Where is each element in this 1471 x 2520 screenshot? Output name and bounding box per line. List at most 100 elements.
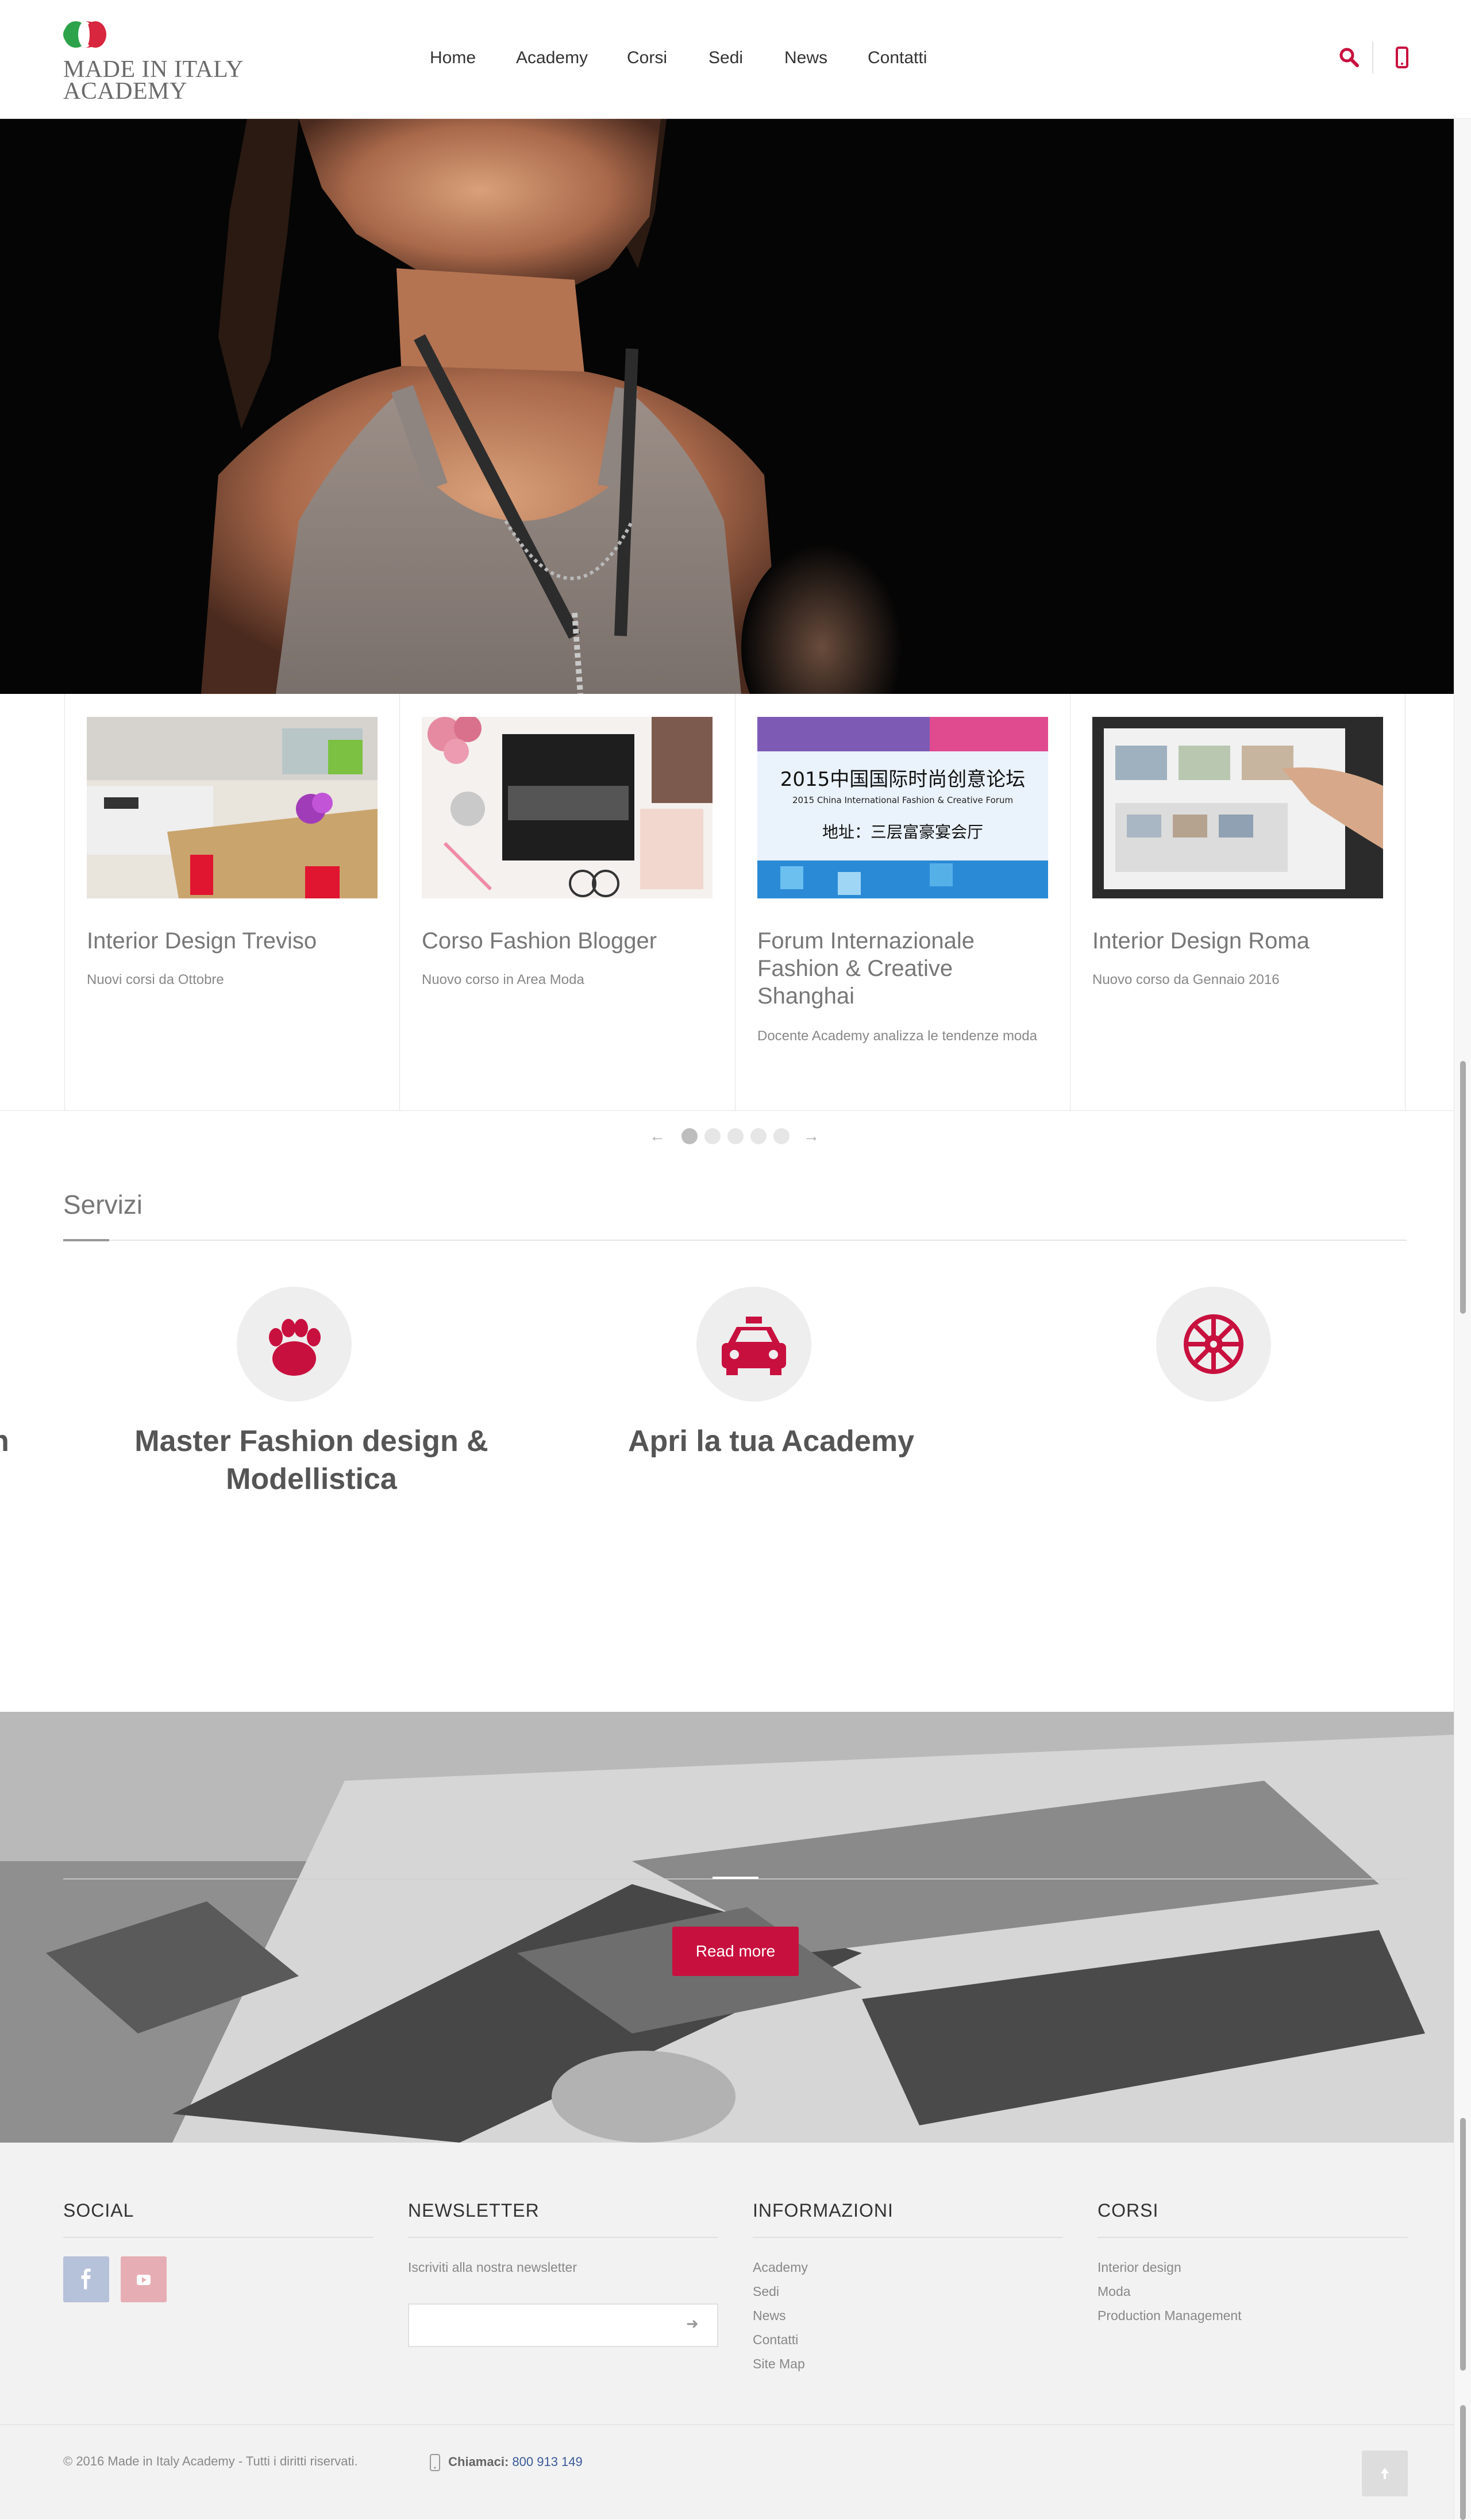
footer-bottom-bar: [0, 2424, 1454, 2519]
news-title[interactable]: Interior Design Roma: [1092, 927, 1385, 955]
pager-dot[interactable]: [773, 1128, 790, 1144]
newsletter-submit-icon[interactable]: ➜: [686, 2315, 699, 2333]
service-title[interactable]: Master Fashion design & Modellistica: [116, 1422, 507, 1498]
service-title-line: Apri la tua Academy: [627, 1425, 914, 1458]
youtube-glyph-icon: [137, 2275, 151, 2285]
footer: [0, 2143, 1454, 2424]
site-logo[interactable]: MADE IN ITALY ACADEMY: [63, 21, 253, 103]
footer-link-sedi[interactable]: Sedi: [753, 2284, 779, 2299]
phone-icon[interactable]: [1391, 46, 1414, 69]
news-title[interactable]: Forum Internazionale Fashion & Creative …: [757, 927, 1050, 1010]
news-thumbnail-roma[interactable]: [1092, 717, 1383, 898]
youtube-icon[interactable]: [121, 2256, 167, 2302]
news-title[interactable]: Interior Design Treviso: [87, 927, 380, 955]
news-card[interactable]: 2015中国国际时尚创意论坛 2015 China International …: [735, 694, 1070, 1111]
news-card[interactable]: Interior Design Treviso Nuovi corsi da O…: [64, 694, 400, 1111]
prev-arrow-icon[interactable]: ←: [649, 1127, 665, 1145]
forum-screen-text-2: 2015 China International Fashion & Creat…: [792, 795, 1013, 805]
service-partial-title: n: [0, 1422, 17, 1460]
footer-divider: [1098, 2237, 1408, 2238]
search-icon[interactable]: [1338, 46, 1361, 69]
parallax-divider-accent: [713, 1877, 758, 1879]
scrollbar-thumb[interactable]: [1460, 2405, 1466, 2520]
news-card[interactable]: Corso Fashion Blogger Nuovo corso in Are…: [399, 694, 735, 1111]
footer-newsletter-title: NEWSLETTER: [408, 2200, 540, 2221]
news-subtitle: Docente Academy analizza le tendenze mod…: [757, 1028, 1037, 1044]
news-title[interactable]: Corso Fashion Blogger: [422, 927, 715, 955]
brand-line-1: MADE IN ITALY: [63, 56, 244, 83]
next-arrow-icon[interactable]: →: [803, 1127, 819, 1145]
service-icon-circle: [1156, 1287, 1271, 1402]
pager-dot[interactable]: [681, 1128, 698, 1144]
news-thumbnail-kitchen[interactable]: [87, 717, 378, 898]
mobile-phone-icon: [430, 2454, 440, 2471]
footer-link-interior-design[interactable]: Interior design: [1098, 2260, 1181, 2275]
footer-link-production-management[interactable]: Production Management: [1098, 2308, 1242, 2324]
news-subtitle: Nuovo corso in Area Moda: [422, 972, 584, 987]
site-header: MADE IN ITALY ACADEMY Home Academy Corsi…: [0, 0, 1471, 119]
hero-model-image: [0, 119, 1471, 694]
news-subtitle: Nuovo corso da Gennaio 2016: [1092, 972, 1280, 987]
footer-social-title: SOCIAL: [63, 2200, 134, 2221]
nav-home[interactable]: Home: [430, 48, 476, 68]
nav-news[interactable]: News: [784, 48, 827, 68]
nav-corsi[interactable]: Corsi: [627, 48, 667, 68]
forum-screen-text-3: 地址：三层富豪宴会厅: [822, 823, 983, 842]
scrollbar-thumb[interactable]: [1460, 1061, 1466, 1314]
header-separator: [1372, 41, 1373, 74]
services-divider-accent: [63, 1239, 109, 1241]
news-subtitle: Nuovi corsi da Ottobre: [87, 972, 224, 987]
copyright-text: © 2016 Made in Italy Academy - Tutti i d…: [63, 2454, 358, 2468]
footer-info-title: INFORMAZIONI: [753, 2200, 894, 2221]
empire-icon: [1184, 1314, 1243, 1374]
tablet-design-image: [1092, 717, 1383, 898]
nav-sedi[interactable]: Sedi: [708, 48, 743, 68]
pager-dot[interactable]: [750, 1128, 767, 1144]
brand-name: MADE IN ITALY ACADEMY: [63, 56, 259, 105]
footer-link-news[interactable]: News: [753, 2308, 786, 2324]
nav-contatti[interactable]: Contatti: [868, 48, 927, 68]
hero-banner: [0, 119, 1471, 694]
service-title-line: Master Fashion design &: [134, 1425, 488, 1458]
footer-divider: [753, 2237, 1063, 2238]
footer-divider: [408, 2237, 718, 2238]
footer-link-sitemap[interactable]: Site Map: [753, 2356, 805, 2372]
laptop-desk-image: [422, 717, 713, 898]
footer-link-moda[interactable]: Moda: [1098, 2284, 1131, 2299]
brand-line-2: ACADEMY: [63, 78, 187, 105]
taxi-icon: [722, 1317, 786, 1375]
facebook-glyph-icon: [81, 2268, 91, 2290]
service-icon-circle: [696, 1287, 811, 1402]
pager-dot[interactable]: [727, 1128, 744, 1144]
page-scrollbar[interactable]: [1454, 119, 1471, 2520]
news-thumbnail-blogger[interactable]: [422, 717, 713, 898]
scrollbar-thumb[interactable]: [1460, 2118, 1466, 2371]
services-heading: Servizi: [63, 1190, 143, 1220]
nav-academy[interactable]: Academy: [516, 48, 588, 68]
arrow-up-icon: [1381, 2468, 1389, 2479]
call-label: Chiamaci:: [448, 2454, 509, 2469]
paw-icon: [269, 1319, 321, 1376]
service-title-line: Modellistica: [226, 1462, 397, 1496]
facebook-icon[interactable]: [63, 2256, 109, 2302]
footer-divider: [63, 2237, 373, 2238]
news-thumbnail-forum[interactable]: 2015中国国际时尚创意论坛 2015 China International …: [757, 717, 1048, 898]
footer-link-academy[interactable]: Academy: [753, 2260, 808, 2275]
read-more-button[interactable]: Read more: [672, 1927, 799, 1976]
kitchen-image: [87, 717, 378, 898]
service-title[interactable]: Apri la tua Academy: [576, 1422, 966, 1460]
service-icon-circle: [237, 1287, 352, 1402]
carousel-pager: ← →: [649, 1126, 822, 1147]
newsletter-email-input[interactable]: [408, 2303, 718, 2347]
call-info: Chiamaci: 800 913 149: [430, 2454, 583, 2471]
italy-flag-icon: [63, 21, 106, 48]
newsletter-text: Iscriviti alla nostra newsletter: [408, 2260, 577, 2275]
forum-banner-image: 2015中国国际时尚创意论坛 2015 China International …: [757, 717, 1048, 898]
services-divider: [63, 1240, 1407, 1241]
news-carousel: Interior Design Treviso Nuovi corsi da O…: [0, 694, 1454, 1111]
call-number[interactable]: 800 913 149: [512, 2455, 582, 2469]
footer-link-contatti[interactable]: Contatti: [753, 2332, 798, 2348]
back-to-top-button[interactable]: [1362, 2450, 1408, 2496]
news-card[interactable]: Interior Design Roma Nuovo corso da Genn…: [1070, 694, 1405, 1111]
pager-dot[interactable]: [704, 1128, 721, 1144]
